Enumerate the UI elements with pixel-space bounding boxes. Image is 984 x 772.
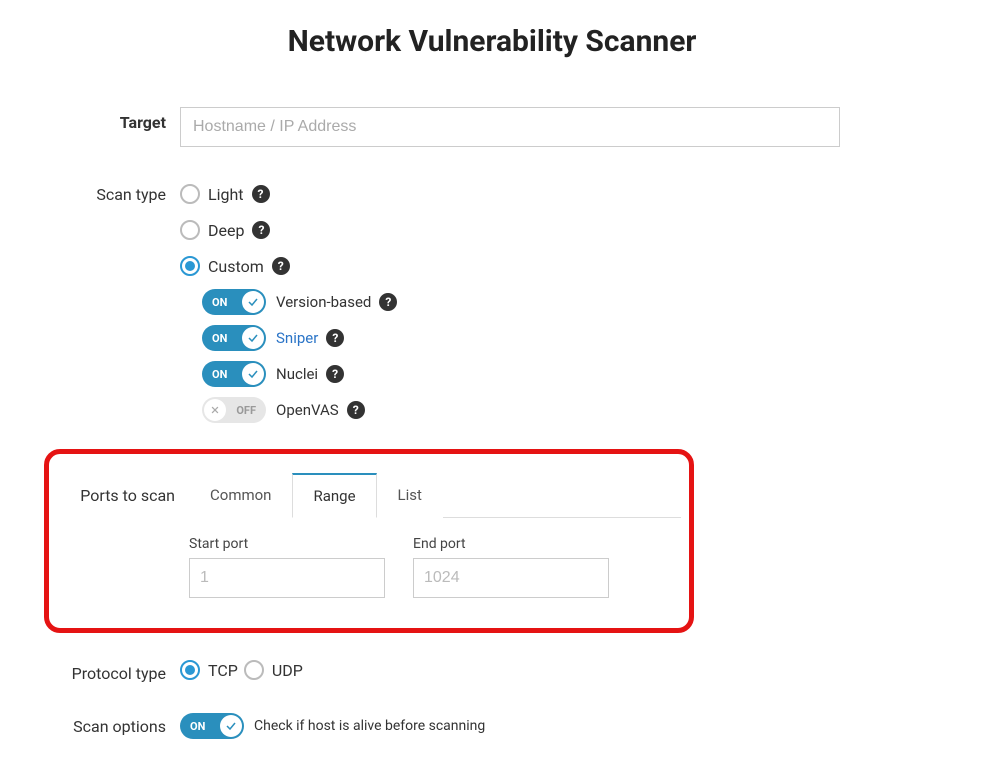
toggle-version-based[interactable]: ON (202, 289, 266, 315)
custom-toggles: ON Version-based ? ON Sniper ? (202, 287, 864, 425)
check-icon (242, 327, 264, 349)
scan-type-light-label: Light (208, 185, 244, 204)
help-icon[interactable]: ? (379, 293, 397, 311)
check-icon (242, 291, 264, 313)
check-icon (220, 715, 242, 737)
check-icon (242, 363, 264, 385)
scan-type-label: Scan type (0, 179, 180, 204)
protocol-udp-radio[interactable] (244, 660, 264, 680)
ports-label: Ports to scan (57, 472, 189, 505)
target-row: Target (0, 107, 984, 147)
toggle-check-alive[interactable]: ON (180, 713, 244, 739)
tab-range[interactable]: Range (292, 473, 376, 518)
help-icon[interactable]: ? (252, 221, 270, 239)
help-icon[interactable]: ? (347, 401, 365, 419)
tab-list[interactable]: List (377, 473, 443, 518)
toggle-openvas[interactable]: OFF (202, 397, 266, 423)
toggle-sniper[interactable]: ON (202, 325, 266, 351)
target-label: Target (0, 107, 180, 132)
protocol-label: Protocol type (0, 664, 180, 683)
start-port-input[interactable] (189, 558, 385, 598)
end-port-input[interactable] (413, 558, 609, 598)
protocol-udp-label: UDP (272, 661, 303, 680)
scan-type-custom-radio[interactable] (180, 256, 200, 276)
scan-type-deep-radio[interactable] (180, 220, 200, 240)
page-title: Network Vulnerability Scanner (0, 24, 984, 59)
toggle-nuclei[interactable]: ON (202, 361, 266, 387)
toggle-openvas-label: OpenVAS (276, 401, 339, 419)
protocol-tcp-radio[interactable] (180, 660, 200, 680)
protocol-row: Protocol type TCP UDP (0, 655, 984, 691)
check-alive-label: Check if host is alive before scanning (254, 718, 485, 734)
toggle-version-based-label: Version-based (276, 293, 371, 311)
ports-highlight-box: Ports to scan Common Range List Start po… (44, 449, 694, 633)
target-input[interactable] (180, 107, 840, 147)
scanner-form: Target Scan type Light ? Deep ? Custom ? (0, 107, 984, 739)
scan-options-label: Scan options (0, 717, 180, 736)
scan-type-light-radio[interactable] (180, 184, 200, 204)
start-port-label: Start port (189, 536, 385, 552)
ports-tabs: Common Range List (189, 472, 681, 518)
help-icon[interactable]: ? (252, 185, 270, 203)
protocol-tcp-label: TCP (208, 661, 238, 680)
scan-type-row: Scan type Light ? Deep ? Custom ? ON (0, 179, 984, 431)
toggle-sniper-label[interactable]: Sniper (276, 329, 318, 347)
scan-type-deep-label: Deep (208, 221, 244, 240)
help-icon[interactable]: ? (326, 365, 344, 383)
help-icon[interactable]: ? (272, 257, 290, 275)
scan-options-row: Scan options ON Check if host is alive b… (0, 713, 984, 739)
scan-type-custom-label: Custom (208, 257, 264, 276)
help-icon[interactable]: ? (326, 329, 344, 347)
end-port-label: End port (413, 536, 609, 552)
x-icon (204, 399, 226, 421)
tab-common[interactable]: Common (189, 473, 292, 518)
toggle-nuclei-label: Nuclei (276, 365, 318, 383)
